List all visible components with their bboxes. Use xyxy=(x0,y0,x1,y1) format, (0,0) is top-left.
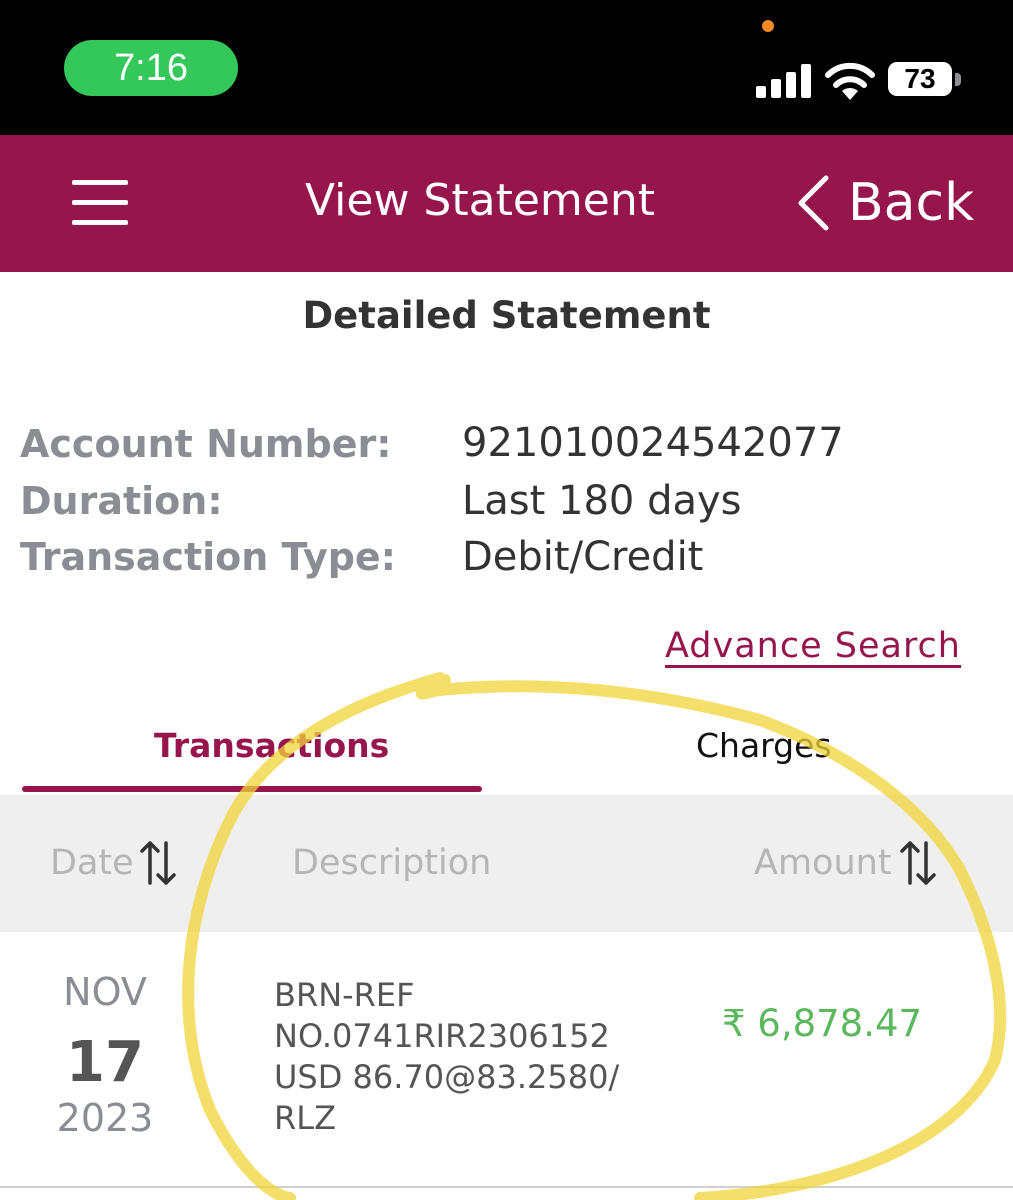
duration-label: Duration: xyxy=(20,479,223,523)
back-button[interactable]: Back xyxy=(796,171,974,235)
account-number-label: Account Number: xyxy=(20,422,392,466)
transaction-type-value: Debit/Credit xyxy=(462,534,704,580)
cellular-signal-icon xyxy=(756,64,811,98)
transaction-row[interactable]: NOV 17 2023 BRN-REF NO.0741RIR2306152 US… xyxy=(0,932,1013,1188)
description-line: RLZ xyxy=(274,1099,336,1137)
advance-search-link[interactable]: Advance Search xyxy=(665,626,961,666)
description-column-header: Description xyxy=(292,843,492,883)
transaction-amount: ₹ 6,878.47 xyxy=(722,1002,923,1045)
sort-date-icon[interactable] xyxy=(140,839,176,887)
page-title: View Statement xyxy=(305,175,655,226)
description-line: BRN-REF xyxy=(274,976,415,1014)
table-header: Date Description Amount xyxy=(0,795,1013,932)
active-tab-indicator xyxy=(22,786,482,792)
time-pill[interactable]: 7:16 xyxy=(64,40,238,96)
status-time: 7:16 xyxy=(114,46,188,89)
wifi-icon xyxy=(825,62,875,100)
transaction-type-label: Transaction Type: xyxy=(20,535,396,579)
section-title: Detailed Statement xyxy=(302,294,711,337)
app-header: View Statement Back xyxy=(0,135,1013,272)
transaction-day: 17 xyxy=(66,1030,144,1095)
transaction-month: NOV xyxy=(63,970,147,1014)
description-line: USD 86.70@83.2580/ xyxy=(274,1058,620,1096)
tab-transactions[interactable]: Transactions xyxy=(154,726,389,765)
description-line: NO.0741RIR2306152 xyxy=(274,1017,610,1055)
amount-column-header[interactable]: Amount xyxy=(754,843,892,883)
sort-amount-icon[interactable] xyxy=(900,839,936,887)
duration-value: Last 180 days xyxy=(462,478,742,524)
date-column-header[interactable]: Date xyxy=(50,843,134,883)
privacy-indicator-dot xyxy=(762,20,774,32)
transaction-year: 2023 xyxy=(56,1096,154,1140)
chevron-left-icon xyxy=(798,175,829,231)
hamburger-menu-icon[interactable] xyxy=(72,180,128,226)
back-label: Back xyxy=(848,173,975,233)
tab-charges[interactable]: Charges xyxy=(696,726,832,765)
battery-icon: 73 xyxy=(888,62,964,98)
battery-level: 73 xyxy=(904,63,936,94)
status-bar: 7:16 73 xyxy=(0,0,1013,135)
account-number-value: 921010024542077 xyxy=(462,420,844,466)
